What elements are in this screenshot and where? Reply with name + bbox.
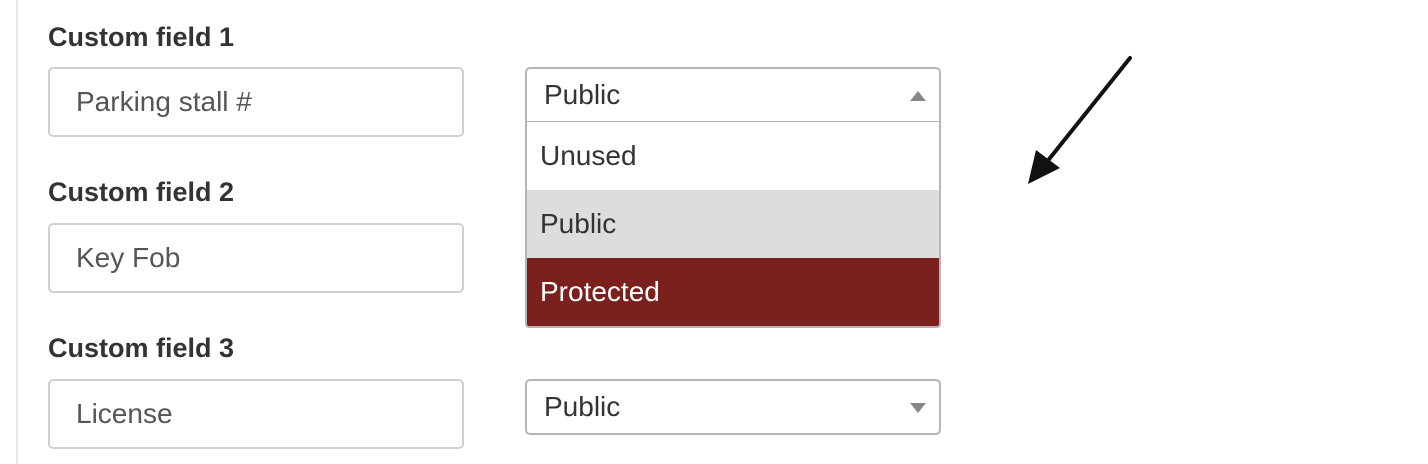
custom-field-2-input[interactable]	[48, 223, 464, 293]
custom-field-1-input[interactable]	[48, 67, 464, 137]
dropdown-option-unused[interactable]: Unused	[527, 122, 939, 190]
custom-field-3-label: Custom field 3	[48, 333, 235, 363]
custom-field-3-visibility-select[interactable]: Public	[525, 379, 941, 435]
left-border-divider	[16, 0, 18, 464]
custom-field-1-label: Custom field 1	[48, 22, 235, 52]
arrow-down-left-icon	[1028, 56, 1132, 184]
custom-field-1-visibility-select[interactable]: Public	[525, 67, 941, 123]
custom-field-3-input[interactable]	[48, 379, 464, 449]
custom-field-3-visibility-value: Public	[544, 391, 621, 422]
caret-up-icon	[910, 91, 926, 101]
caret-down-icon	[910, 403, 926, 413]
custom-fields-form: Custom field 1 Public Unused Public Prot…	[0, 0, 1428, 464]
dropdown-option-public[interactable]: Public	[527, 190, 939, 258]
custom-field-1-visibility-value: Public	[544, 79, 621, 110]
custom-field-2-label: Custom field 2	[48, 177, 235, 207]
dropdown-option-protected[interactable]: Protected	[527, 258, 939, 326]
visibility-dropdown-list: Unused Public Protected	[525, 122, 941, 328]
